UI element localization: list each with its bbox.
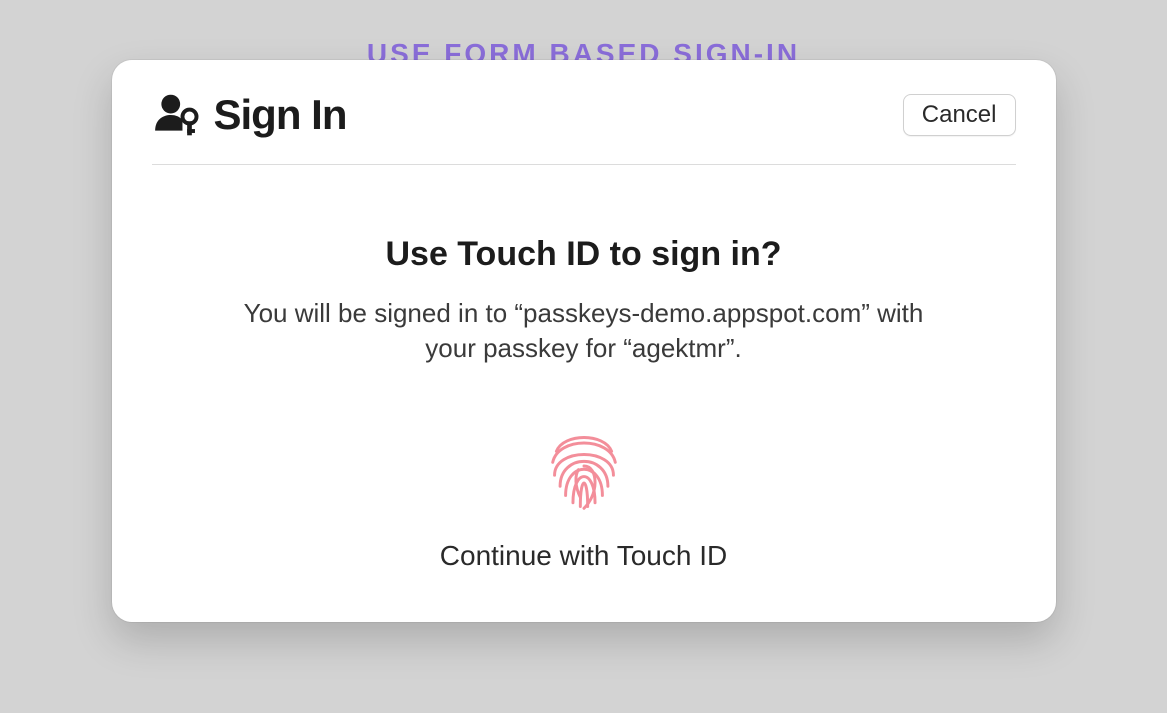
dialog-header: Sign In Cancel [152, 90, 1016, 165]
dialog-body: Use Touch ID to sign in? You will be sig… [152, 165, 1016, 572]
touchid-prompt-description: You will be signed in to “passkeys-demo.… [224, 296, 944, 366]
touchid-prompt-title: Use Touch ID to sign in? [152, 235, 1016, 274]
fingerprint-icon [538, 420, 630, 512]
dialog-title-group: Sign In [152, 90, 347, 140]
continue-with-touchid-button[interactable]: Continue with Touch ID [152, 420, 1016, 572]
passkey-icon [152, 90, 202, 140]
cancel-button[interactable]: Cancel [903, 94, 1016, 136]
signin-dialog: Sign In Cancel Use Touch ID to sign in? … [112, 60, 1056, 622]
dialog-title: Sign In [214, 91, 347, 139]
continue-with-touchid-label: Continue with Touch ID [440, 540, 727, 572]
